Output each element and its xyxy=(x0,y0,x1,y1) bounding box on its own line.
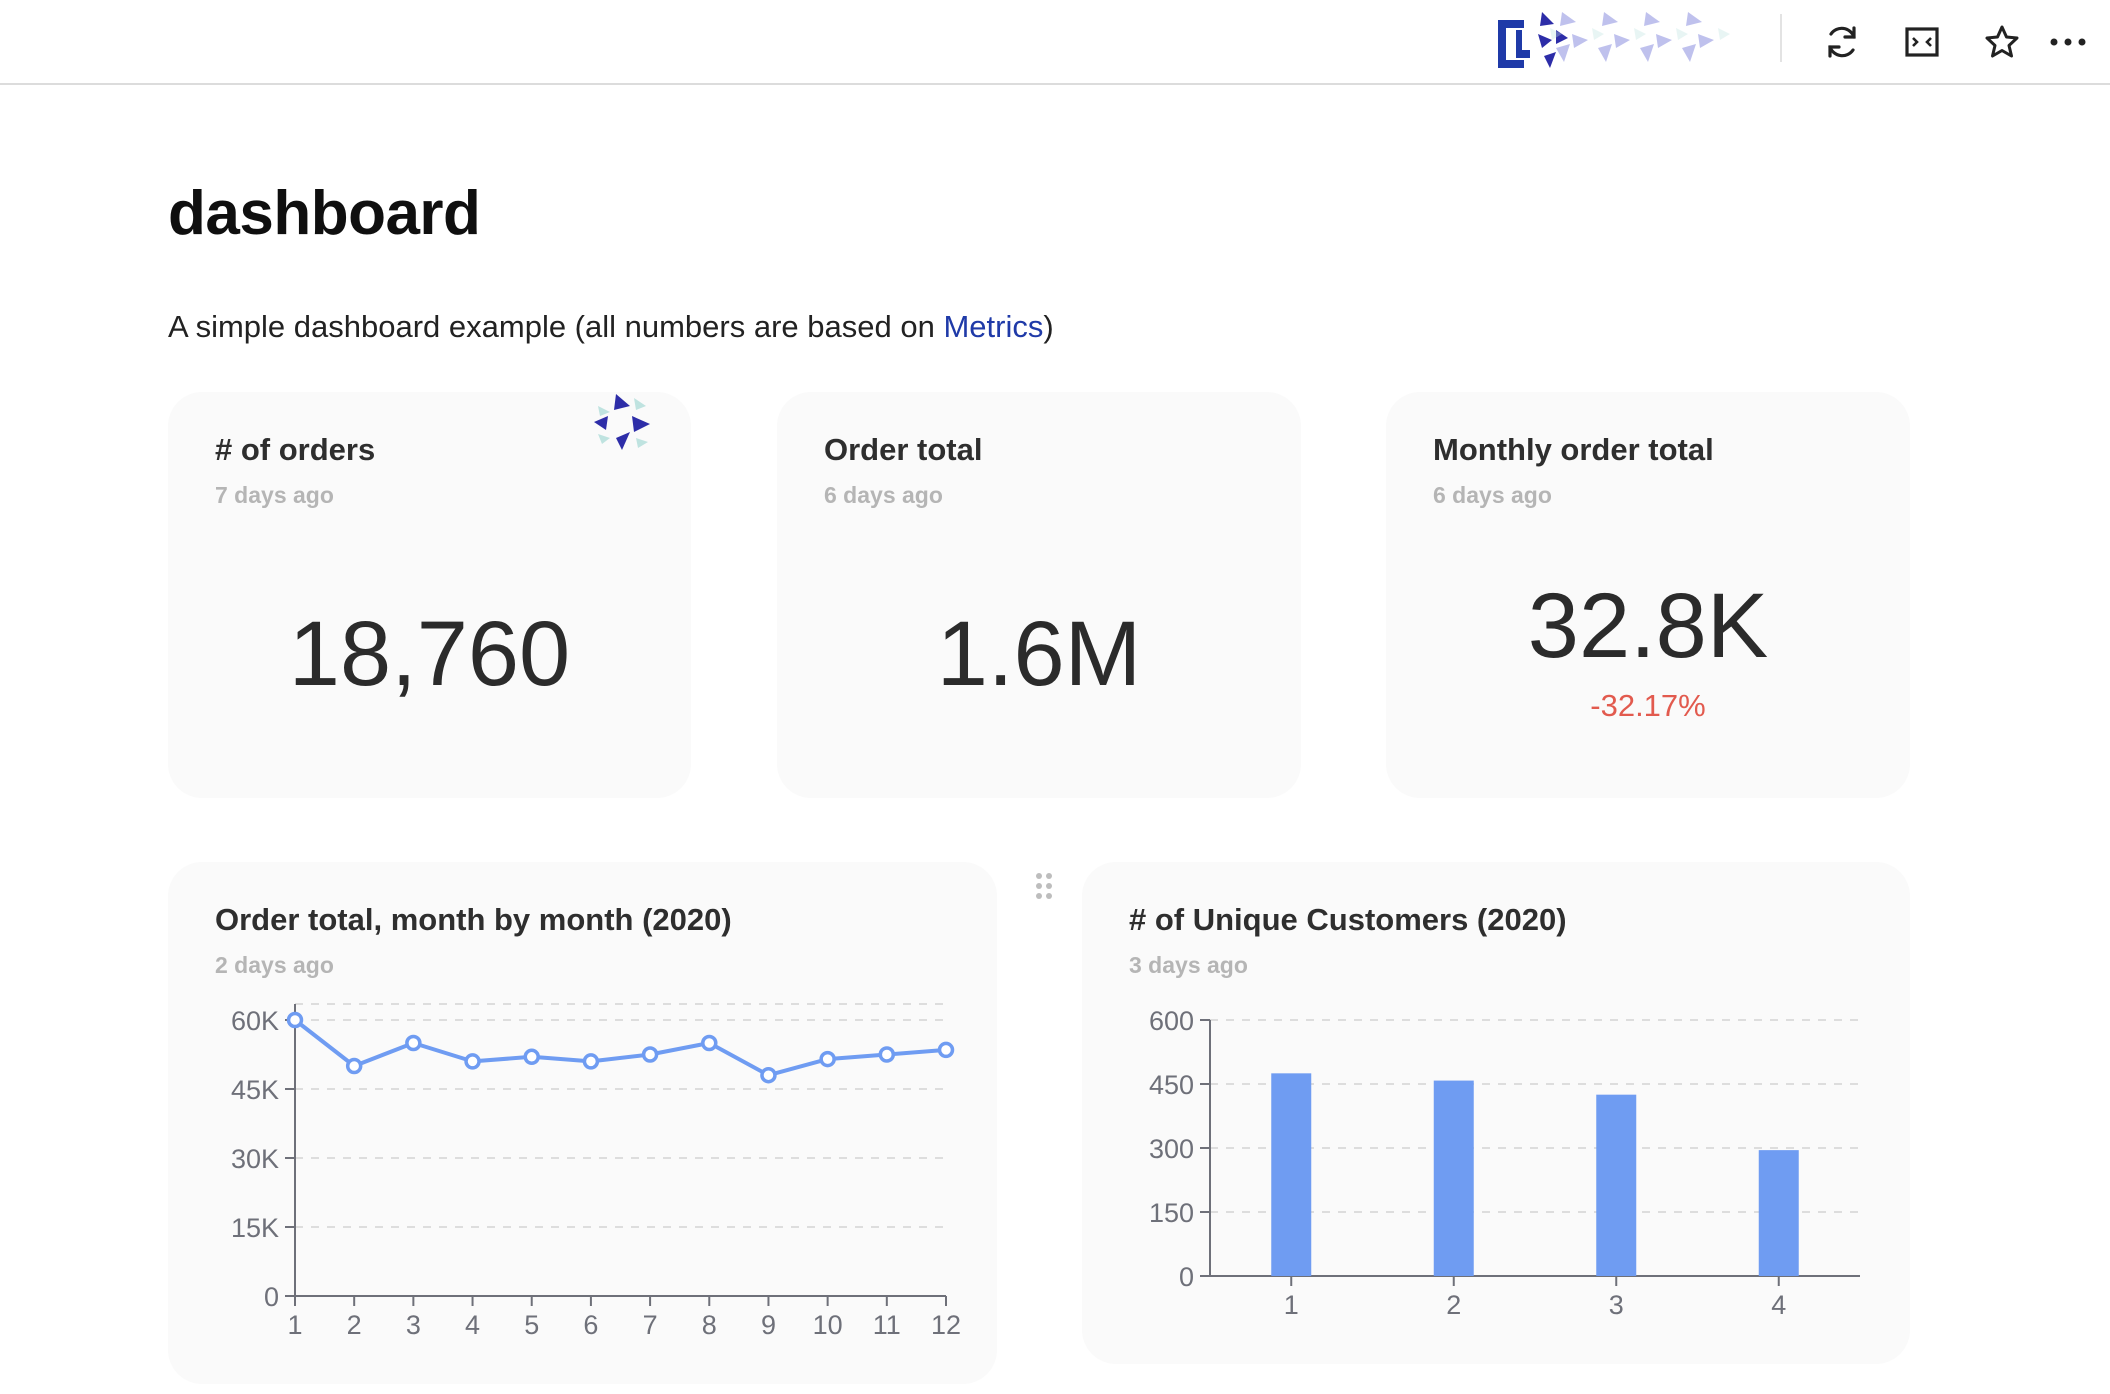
kpi-card-order-total[interactable]: Order total 6 days ago 1.6M xyxy=(777,392,1301,798)
bar-chart: 0 150 300 450 600 1 2 3 4 xyxy=(1149,1006,1860,1320)
fullwidth-icon[interactable] xyxy=(1894,14,1950,70)
x-tick-label: 1 xyxy=(1284,1290,1299,1320)
data-point xyxy=(878,1046,896,1063)
data-point xyxy=(405,1034,422,1052)
bar xyxy=(1758,1150,1799,1276)
data-point xyxy=(819,1050,836,1068)
y-tick-label: 300 xyxy=(1149,1134,1194,1164)
card-updated: 6 days ago xyxy=(824,482,943,508)
y-tick-label: 0 xyxy=(264,1282,279,1312)
series-line xyxy=(293,1018,947,1078)
data-point xyxy=(582,1053,600,1070)
y-tick-label: 600 xyxy=(1149,1006,1194,1036)
data-point xyxy=(523,1048,540,1066)
description-suffix: ) xyxy=(1043,309,1054,344)
page-title: dashboard xyxy=(168,179,481,248)
card-updated: 6 days ago xyxy=(1433,482,1552,508)
bar xyxy=(1596,1094,1637,1276)
x-tick-label: 1 xyxy=(287,1310,302,1340)
x-tick-label: 4 xyxy=(465,1310,480,1340)
line-chart: 015K30K45K60K1 2 3 4 5 6 7 8 9 10 11 12 xyxy=(231,1003,961,1340)
x-tick-label: 11 xyxy=(873,1310,901,1340)
data-point xyxy=(701,1034,718,1052)
metrics-link[interactable]: Metrics xyxy=(943,309,1043,344)
x-tick-label: 2 xyxy=(1446,1290,1461,1320)
bar xyxy=(1433,1080,1474,1276)
y-tick-label: 60K xyxy=(231,1006,279,1036)
y-tick-label: 30K xyxy=(231,1144,279,1174)
page-description: A simple dashboard example (all numbers … xyxy=(168,309,1054,345)
more-icon[interactable] xyxy=(2040,14,2096,70)
x-tick-label: 7 xyxy=(643,1310,658,1340)
collaborators-avatars[interactable] xyxy=(1542,4,1742,76)
x-tick-label: 5 xyxy=(524,1310,539,1340)
x-tick-label: 12 xyxy=(931,1310,961,1340)
data-point xyxy=(464,1053,481,1070)
data-point xyxy=(345,1057,363,1075)
kpi-card-monthly-order-total[interactable]: Monthly order total 6 days ago 32.8K -32… xyxy=(1386,392,1910,798)
x-tick-label: 2 xyxy=(347,1310,362,1340)
x-tick-label: 3 xyxy=(1609,1290,1624,1320)
x-tick-label: 4 xyxy=(1771,1290,1786,1320)
card-updated: 7 days ago xyxy=(215,482,334,508)
description-text: A simple dashboard example (all numbers … xyxy=(168,309,944,344)
y-tick-label: 150 xyxy=(1149,1198,1194,1228)
data-point xyxy=(641,1046,659,1063)
data-point xyxy=(760,1066,777,1084)
chart-card-unique-customers[interactable]: # of Unique Customers (2020) 3 days ago … xyxy=(1082,862,1910,1364)
card-title: Monthly order total xyxy=(1433,432,1714,467)
x-tick-label: 3 xyxy=(406,1310,421,1340)
y-tick-label: 450 xyxy=(1149,1070,1194,1100)
card-title: Order total xyxy=(824,432,983,467)
top-toolbar xyxy=(0,0,2110,85)
user-presence-icon xyxy=(594,394,650,450)
data-point xyxy=(937,1041,955,1059)
kpi-card-orders[interactable]: # of orders 7 days ago 18,760 xyxy=(168,392,691,798)
y-tick-label: 0 xyxy=(1179,1262,1194,1292)
card-title: # of orders xyxy=(215,432,376,467)
drag-handle-icon[interactable] xyxy=(1034,872,1054,900)
kpi-value: 32.8K xyxy=(1527,575,1769,677)
chart-card-order-total-monthly[interactable]: Order total, month by month (2020) 2 day… xyxy=(168,862,997,1384)
kpi-value: 1.6M xyxy=(936,603,1142,705)
x-tick-label: 6 xyxy=(583,1310,598,1340)
kpi-value: 18,760 xyxy=(288,603,571,705)
y-tick-label: 45K xyxy=(231,1075,279,1105)
kpi-delta: -32.17% xyxy=(1590,688,1706,723)
x-tick-label: 8 xyxy=(702,1310,717,1340)
x-tick-label: 9 xyxy=(761,1310,776,1340)
refresh-icon[interactable] xyxy=(1814,14,1870,70)
bar xyxy=(1271,1073,1312,1276)
x-tick-label: 10 xyxy=(813,1310,843,1340)
y-tick-label: 15K xyxy=(231,1213,279,1243)
data-point xyxy=(286,1011,304,1029)
star-icon[interactable] xyxy=(1974,14,2030,70)
toolbar-divider xyxy=(1780,14,1782,62)
